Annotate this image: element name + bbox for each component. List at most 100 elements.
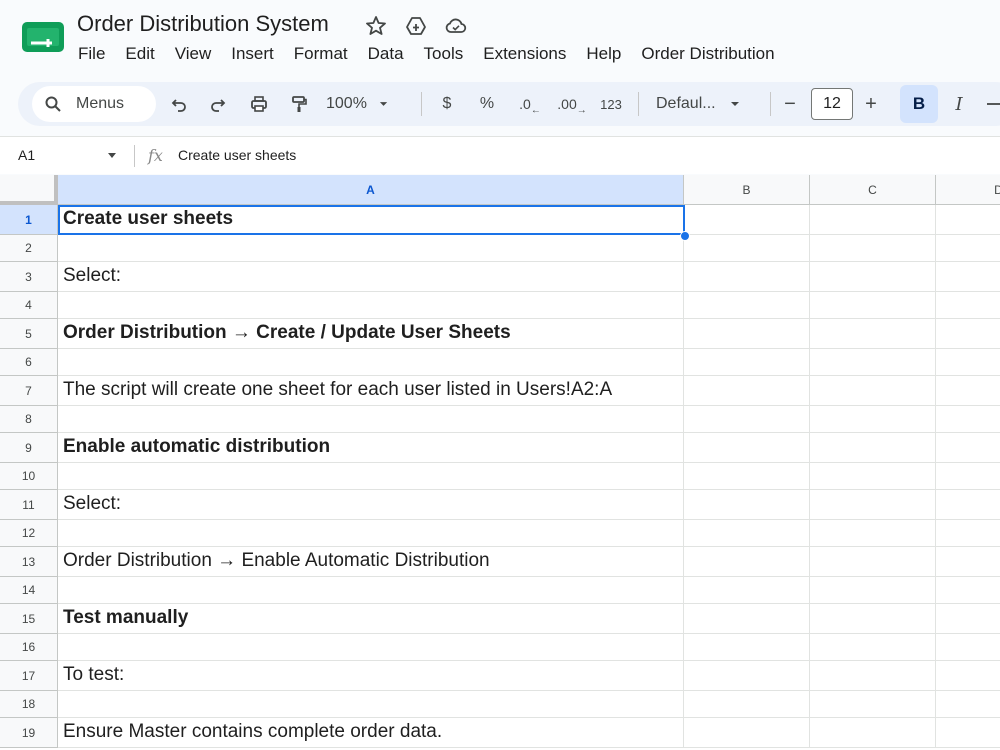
cell-a[interactable]: Order Distribution → Enable Automatic Di… [58,547,684,576]
move-to-drive-icon[interactable] [404,14,428,38]
row-header[interactable]: 6 [0,349,58,376]
row-header[interactable]: 15 [0,604,58,634]
cell-b[interactable] [684,520,810,546]
cell-c[interactable] [810,376,936,405]
cell-b[interactable] [684,205,810,234]
cell-a[interactable] [58,235,684,261]
cell-c[interactable] [810,577,936,603]
cell-a[interactable]: To test: [58,661,684,690]
increase-decimal-button[interactable]: .00 → [555,91,589,117]
cell-c[interactable] [810,691,936,717]
menu-help[interactable]: Help [576,42,631,66]
cell-c[interactable] [810,406,936,432]
cell-a[interactable]: Select: [58,262,684,291]
decrease-decimal-button[interactable]: .0 ← [515,91,545,117]
cell-c[interactable] [810,718,936,747]
cell-a[interactable] [58,577,684,603]
cell-a[interactable]: The script will create one sheet for eac… [58,376,684,405]
cell-a[interactable] [58,634,684,660]
cell-b[interactable] [684,319,810,348]
row-header[interactable]: 3 [0,262,58,292]
row-header[interactable]: 16 [0,634,58,661]
select-all-corner[interactable] [0,175,58,205]
row-header[interactable]: 4 [0,292,58,319]
cell-c[interactable] [810,547,936,576]
redo-button[interactable] [205,91,231,117]
percent-format-button[interactable]: % [476,91,498,117]
cell-c[interactable] [810,604,936,633]
menu-insert[interactable]: Insert [221,42,284,66]
cell-b[interactable] [684,547,810,576]
star-icon[interactable] [364,14,388,38]
cell-a[interactable]: Enable automatic distribution [58,433,684,462]
row-header[interactable]: 7 [0,376,58,406]
cell-a[interactable] [58,349,684,375]
row-header[interactable]: 11 [0,490,58,520]
cell-a[interactable]: Create user sheets [58,205,684,234]
cell-a[interactable]: Order Distribution → Create / Update Use… [58,319,684,348]
row-header[interactable]: 14 [0,577,58,604]
row-header[interactable]: 18 [0,691,58,718]
column-header-c[interactable]: C [810,175,936,205]
cell-b[interactable] [684,577,810,603]
increase-font-size-button[interactable]: + [861,91,881,117]
row-header[interactable]: 12 [0,520,58,547]
menu-format[interactable]: Format [284,42,358,66]
chevron-down-icon[interactable] [107,152,117,160]
cell-b[interactable] [684,691,810,717]
number-format-button[interactable]: 123 [598,91,624,117]
cell-c[interactable] [810,661,936,690]
cell-c[interactable] [810,262,936,291]
cell-a[interactable] [58,520,684,546]
cell-b[interactable] [684,349,810,375]
currency-format-button[interactable]: $ [436,91,458,117]
column-header-a[interactable]: A [58,175,684,205]
fill-handle[interactable] [680,231,690,241]
cell-b[interactable] [684,406,810,432]
sheets-logo-icon[interactable] [22,22,64,52]
search-menus-button[interactable]: Menus [32,86,156,122]
decrease-font-size-button[interactable]: − [780,91,800,117]
row-header[interactable]: 13 [0,547,58,577]
menu-tools[interactable]: Tools [414,42,474,66]
cell-b[interactable] [684,433,810,462]
cell-b[interactable] [684,463,810,489]
cell-c[interactable] [810,433,936,462]
cell-c[interactable] [810,490,936,519]
column-header-d[interactable]: D [936,175,1000,205]
cell-b[interactable] [684,262,810,291]
bold-button[interactable]: B [900,85,938,123]
menu-order-distribution[interactable]: Order Distribution [631,42,784,66]
cell-b[interactable] [684,634,810,660]
cell-a[interactable]: Test manually [58,604,684,633]
menu-extensions[interactable]: Extensions [473,42,576,66]
cell-b[interactable] [684,235,810,261]
row-header[interactable]: 8 [0,406,58,433]
row-header[interactable]: 17 [0,661,58,691]
cell-c[interactable] [810,463,936,489]
cell-a[interactable] [58,463,684,489]
formula-input[interactable]: Create user sheets [178,147,296,163]
paint-format-button[interactable] [285,91,313,117]
cell-b[interactable] [684,718,810,747]
cell-c[interactable] [810,235,936,261]
cell-b[interactable] [684,604,810,633]
cell-c[interactable] [810,349,936,375]
cell-a[interactable]: Select: [58,490,684,519]
menu-edit[interactable]: Edit [115,42,164,66]
spreadsheet-grid[interactable]: A B C D 1 Create user sheets 2 3 Select: 4 5 Or… [0,175,1000,750]
cell-b[interactable] [684,292,810,318]
row-header[interactable]: 5 [0,319,58,349]
cell-b[interactable] [684,490,810,519]
zoom-select[interactable]: 100% [326,91,388,117]
cell-a[interactable] [58,691,684,717]
cell-a[interactable] [58,292,684,318]
document-title[interactable]: Order Distribution System [77,11,329,37]
print-button[interactable] [245,91,273,117]
menu-file[interactable]: File [68,42,115,66]
column-header-b[interactable]: B [684,175,810,205]
name-box[interactable]: A1 [18,147,35,163]
cell-c[interactable] [810,292,936,318]
row-header[interactable]: 1 [0,205,58,235]
cell-a[interactable] [58,406,684,432]
